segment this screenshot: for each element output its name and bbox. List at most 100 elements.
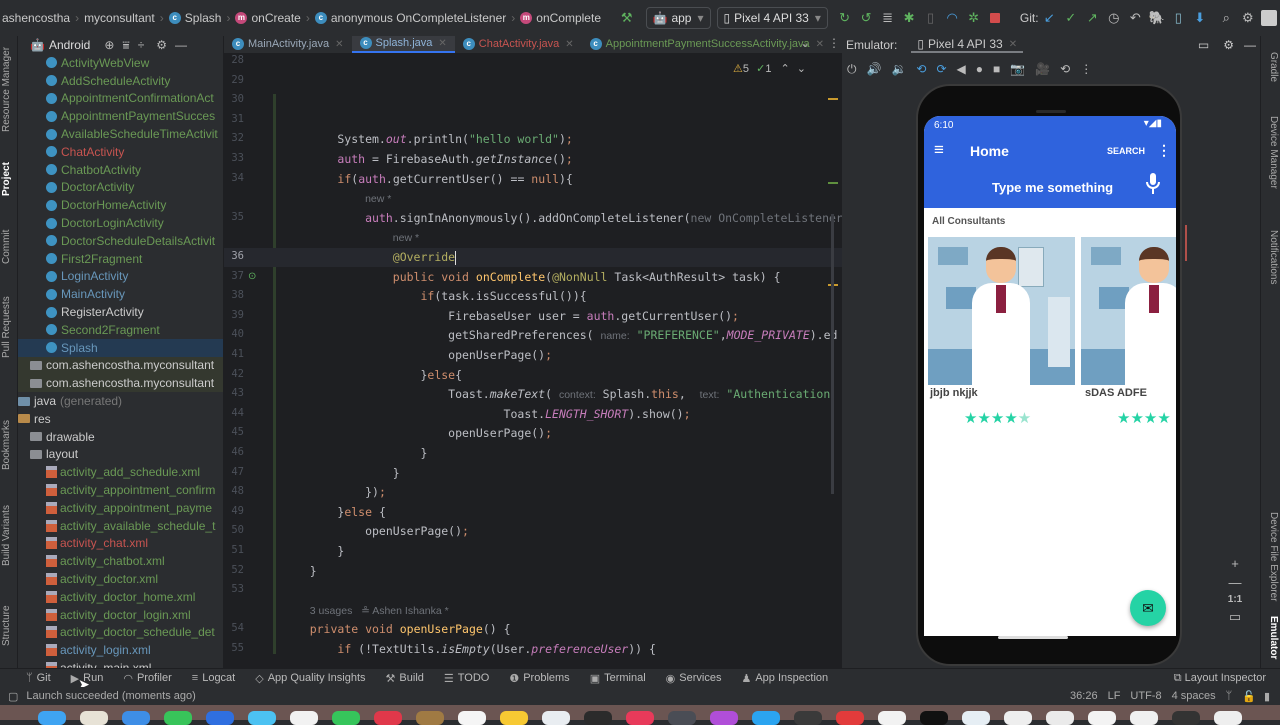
commit-tab[interactable]: Commit (1, 164, 12, 264)
tree-item[interactable]: com.ashencostha.myconsultant (18, 356, 223, 375)
fab-mail-button[interactable]: ✉ (1130, 590, 1166, 626)
hammer-icon[interactable]: ⚒ (617, 7, 637, 29)
tree-item[interactable]: DoctorHomeActivity (18, 196, 223, 214)
hide-icon[interactable]: — (175, 38, 187, 52)
close-icon[interactable]: ✕ (335, 39, 343, 50)
tool-window-problems[interactable]: ❶ Problems (509, 672, 569, 685)
emulator-device-tab[interactable]: ▯ Pixel 4 API 33 ✕ (911, 37, 1024, 53)
tree-item[interactable]: activity_doctor.xml (18, 570, 223, 588)
tree-item[interactable]: res (18, 410, 223, 428)
menu-icon[interactable]: ≡ (934, 140, 944, 160)
editor-scrollbar[interactable] (831, 214, 834, 494)
voice-prompt[interactable]: Type me something (992, 180, 1113, 195)
microphone-icon[interactable] (1146, 172, 1160, 194)
memory-indicator-icon[interactable]: ▮ (1264, 690, 1270, 703)
tree-item[interactable]: DoctorActivity (18, 179, 223, 197)
device-manager-tab[interactable]: Device Manager (1268, 116, 1279, 189)
tool-window-terminal[interactable]: ▣ Terminal (590, 672, 646, 685)
caret-position[interactable]: 36:26 (1070, 690, 1098, 702)
settings-icon[interactable]: ⚙ (1223, 38, 1234, 52)
dock-app-icon[interactable] (710, 711, 738, 725)
editor-tab[interactable]: c ChatActivity.java ✕ (455, 36, 582, 53)
run-config-selector[interactable]: 🤖 app ▾ (645, 7, 711, 29)
tool-window-todo[interactable]: ☰ TODO (444, 672, 489, 685)
hide-icon[interactable]: — (1244, 38, 1256, 52)
search-icon[interactable]: ⌕ (1217, 7, 1237, 29)
bookmarks-tab[interactable]: Bookmarks (1, 370, 12, 470)
emulator-tab[interactable]: Emulator (1268, 616, 1279, 659)
tree-item[interactable]: layout (18, 446, 223, 464)
tree-item[interactable]: activity_chatbot.xml (18, 552, 223, 570)
dock-app-icon[interactable] (1004, 711, 1032, 725)
tree-item[interactable]: activity_doctor_login.xml (18, 606, 223, 624)
dock-app-icon[interactable] (374, 711, 402, 725)
home-icon[interactable]: ● (976, 62, 983, 76)
next-highlight-icon[interactable]: ⌄ (797, 63, 806, 75)
tree-item[interactable]: ActivityWebView (18, 54, 223, 72)
git-push-icon[interactable]: ↗ (1083, 7, 1103, 29)
lock-icon[interactable]: 🔓 (1242, 690, 1256, 703)
tree-item[interactable]: activity_doctor_home.xml (18, 588, 223, 606)
tree-item[interactable]: AppointmentPaymentSucces (18, 107, 223, 125)
dock-app-icon[interactable] (962, 711, 990, 725)
device-file-explorer-tab[interactable]: Device File Explorer (1268, 512, 1279, 601)
editor-tab[interactable]: c MainActivity.java ✕ (224, 36, 352, 53)
dock-app-icon[interactable] (542, 711, 570, 725)
zoom-out-icon[interactable]: — (1222, 575, 1248, 590)
collapse-all-icon[interactable]: ÷ (138, 38, 145, 52)
tree-item[interactable]: drawable (18, 428, 223, 446)
dock-app-icon[interactable] (668, 711, 696, 725)
tree-item[interactable]: MainActivity (18, 285, 223, 303)
tabs-overflow-icon[interactable]: ⌄ (800, 36, 810, 50)
record-icon[interactable]: 🎥 (1035, 62, 1050, 76)
view-mode-selector[interactable]: Android (49, 38, 90, 52)
consultant-card[interactable]: jbjb nkjjk ★★★★★ (928, 237, 1076, 427)
apply-code-changes-icon[interactable]: ↺ (856, 7, 876, 29)
tree-item[interactable]: activity_login.xml (18, 641, 223, 659)
tool-window-services[interactable]: ◉ Services (666, 672, 722, 685)
close-icon[interactable]: ✕ (816, 39, 824, 50)
attach-debugger-icon[interactable]: ✲ (964, 7, 984, 29)
device-manager-icon[interactable]: ▯ (1169, 7, 1189, 29)
tree-item[interactable]: DoctorScheduleDetailsActivit (18, 232, 223, 250)
tool-window-logcat[interactable]: ≡ Logcat (192, 672, 235, 684)
breadcrumb-item[interactable]: › m onCreate (221, 11, 300, 25)
dock-app-icon[interactable] (122, 711, 150, 725)
notifications-tab[interactable]: Notifications (1268, 230, 1279, 284)
indent-setting[interactable]: 4 spaces (1172, 690, 1216, 702)
tree-item[interactable]: RegisterActivity (18, 303, 223, 321)
volume-up-icon[interactable]: 🔊 (867, 62, 882, 76)
file-encoding[interactable]: UTF-8 (1130, 690, 1161, 702)
settings-icon[interactable]: ⚙ (1238, 7, 1258, 29)
power-icon[interactable]: ⏻ (847, 62, 857, 77)
tree-item[interactable]: AddScheduleActivity (18, 72, 223, 90)
toggle-tool-windows-icon[interactable]: ▢ (8, 690, 18, 703)
apply-changes-restart-icon[interactable]: ↻ (835, 7, 855, 29)
zoom-in-icon[interactable]: + (1222, 556, 1248, 571)
git-branch-icon[interactable]: ᛘ (1226, 690, 1233, 702)
avatar[interactable] (1260, 7, 1280, 29)
structure-tab[interactable]: Structure (1, 546, 12, 646)
tool-window-build[interactable]: ⚒ Build (386, 672, 424, 685)
breadcrumb-item[interactable]: › c Splash (155, 11, 222, 25)
rotate-right-icon[interactable]: ⟳ (936, 62, 946, 76)
dock-app-icon[interactable] (38, 711, 66, 725)
fit-screen-icon[interactable]: ▭ (1222, 609, 1248, 625)
code-editor[interactable]: 28 29 30 31 32 System.out.println("hello wor… (224, 54, 842, 668)
tree-item[interactable]: ChatbotActivity (18, 161, 223, 179)
locate-icon[interactable]: ⊕ (104, 38, 114, 52)
tree-item[interactable]: LoginActivity (18, 268, 223, 286)
tree-item[interactable]: activity_add_schedule.xml (18, 463, 223, 481)
dock-app-icon[interactable] (500, 711, 528, 725)
tool-window-profiler[interactable]: ◠ Profiler (123, 672, 171, 685)
consultant-card[interactable]: sDAS ADFE ★★★★ (1081, 237, 1176, 427)
more-icon[interactable]: ⋮ (828, 36, 840, 50)
settings-icon[interactable]: ⚙ (156, 38, 167, 52)
device-selector[interactable]: ▯ Pixel 4 API 33 ▾ (716, 7, 828, 29)
stop-icon[interactable] (985, 7, 1005, 29)
tool-window-git[interactable]: ᛘ Git (26, 672, 51, 684)
history-icon[interactable]: ◷ (1104, 7, 1124, 29)
dock-app-icon[interactable] (290, 711, 318, 725)
dock-app-icon[interactable] (1172, 711, 1200, 725)
tree-item[interactable]: activity_main.xml (18, 659, 223, 668)
